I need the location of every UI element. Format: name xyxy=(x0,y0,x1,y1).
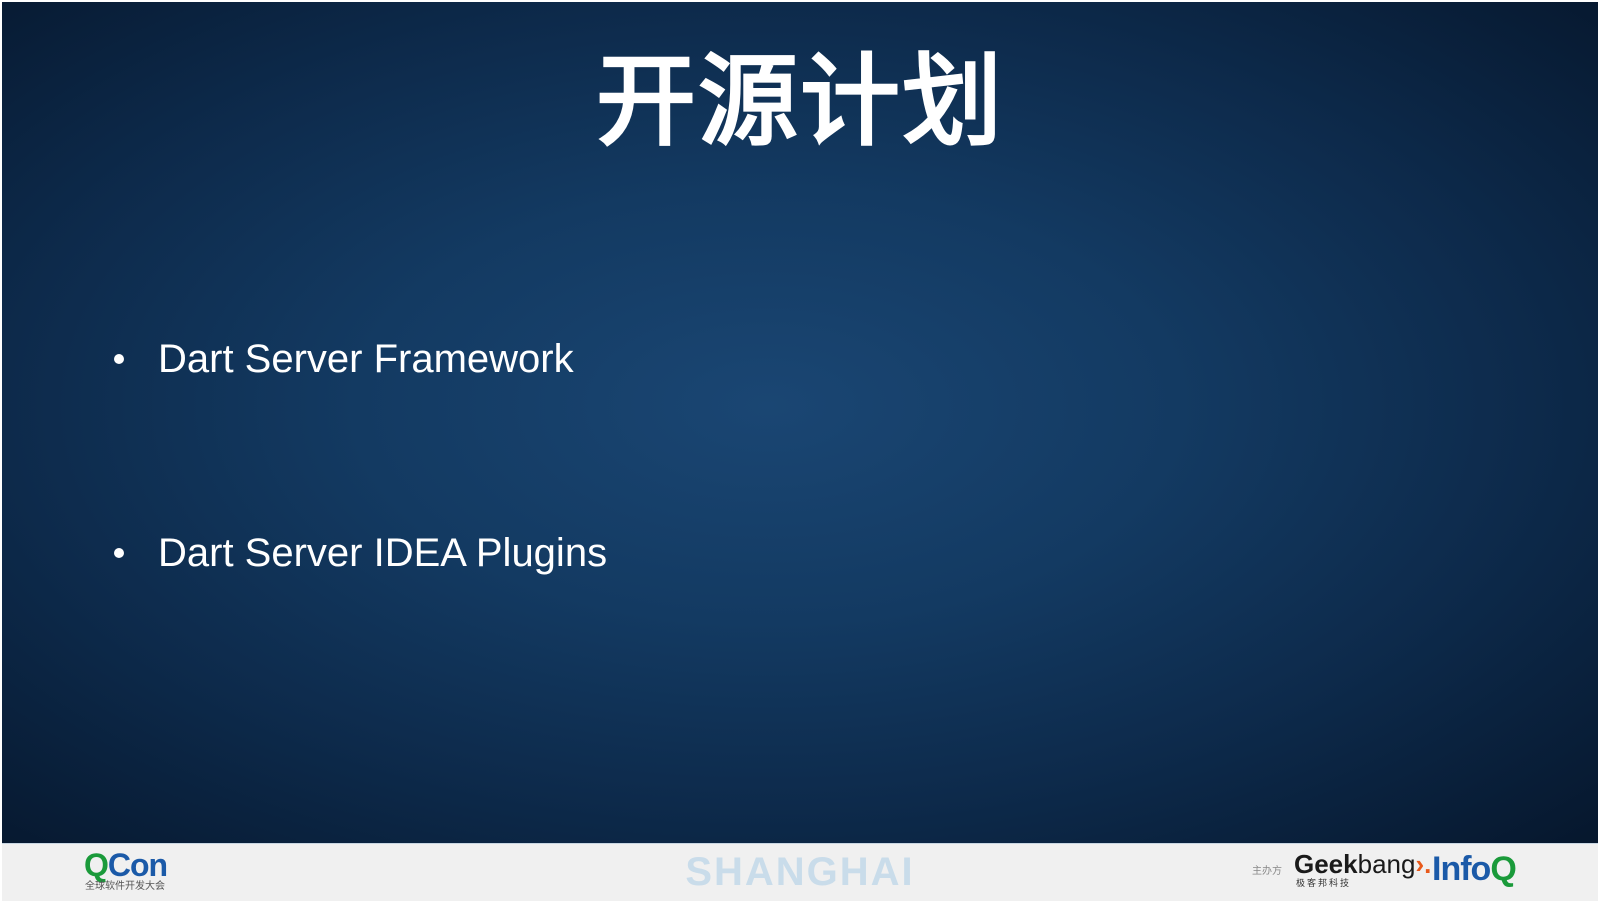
bullet-dot-icon xyxy=(114,354,124,364)
bullet-text: Dart Server Framework xyxy=(158,337,574,381)
bullet-dot-icon xyxy=(114,548,124,558)
slide-frame: 开源计划 Dart Server Framework Dart Server I… xyxy=(0,0,1600,901)
geekbang-geek: Geek xyxy=(1294,849,1358,879)
footer-bar: QCon 全球软件开发大会 SHANGHAI 主办方 Geekbang›. 极客… xyxy=(2,843,1598,901)
slide-content-area: 开源计划 Dart Server Framework Dart Server I… xyxy=(2,2,1598,843)
infoq-q-letter: Q xyxy=(1490,850,1516,888)
infoq-info: Info xyxy=(1432,850,1491,888)
geekbang-bang: bang xyxy=(1357,849,1416,879)
infoq-logo: InfoQ xyxy=(1432,850,1517,888)
geekbang-wordmark: Geekbang›. xyxy=(1294,849,1431,879)
host-label: 主办方 xyxy=(1252,866,1282,877)
geekbang-logo: Geekbang›. 极客邦科技 xyxy=(1294,849,1431,895)
geekbang-subtitle: 极客邦科技 xyxy=(1296,879,1352,889)
slide-title: 开源计划 xyxy=(596,43,1004,160)
geekbang-chevron-icon: ›. xyxy=(1415,849,1432,879)
bullet-text: Dart Server IDEA Plugins xyxy=(158,531,608,575)
